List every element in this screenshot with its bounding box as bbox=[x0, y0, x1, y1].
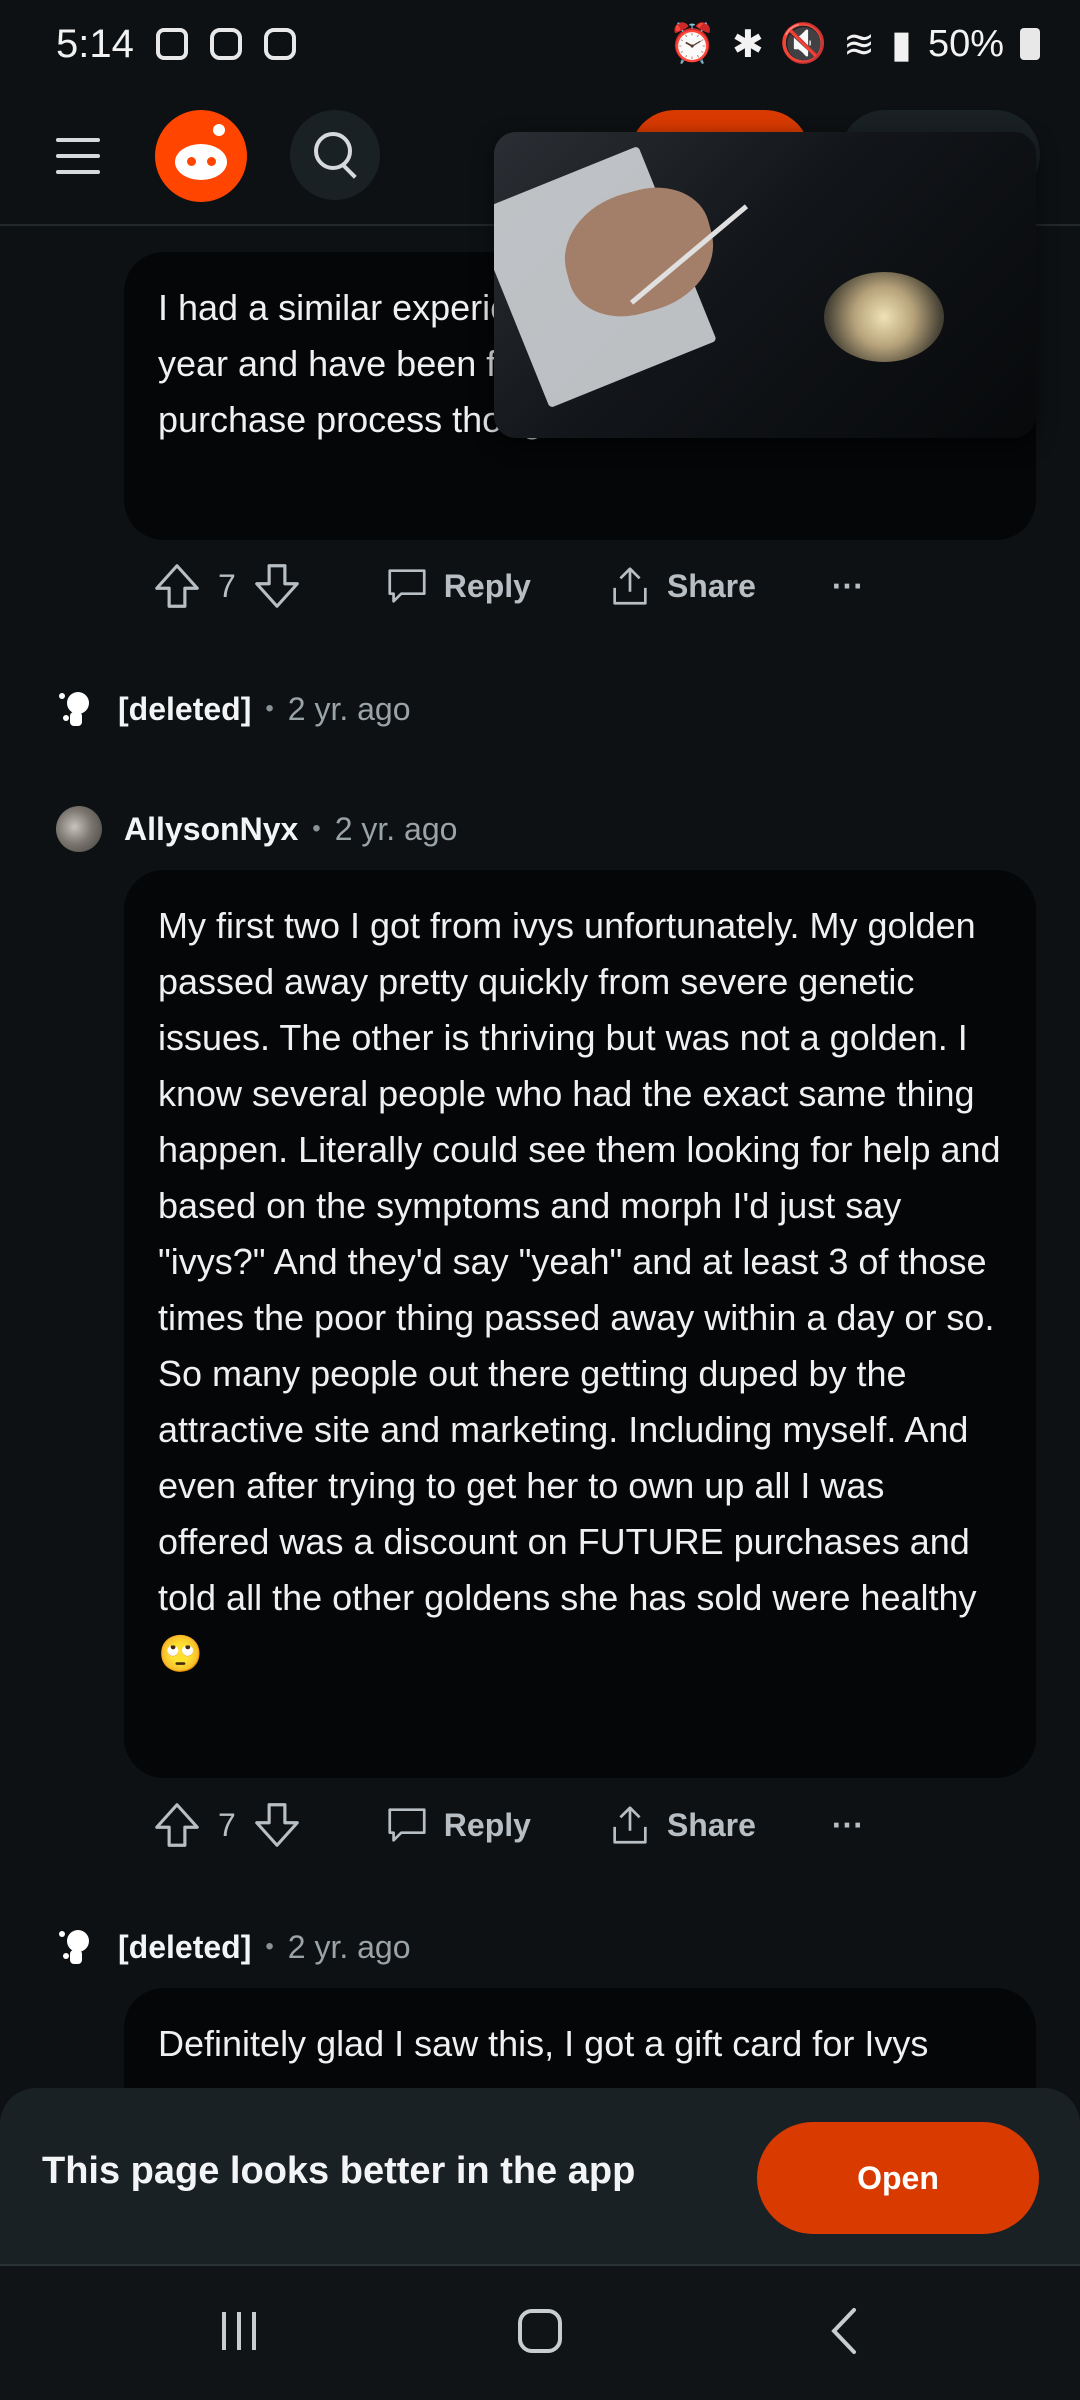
mute-icon: 🔇 bbox=[779, 23, 828, 65]
comment-meta: [deleted] • 2 yr. ago bbox=[56, 1926, 411, 1968]
system-nav-bar bbox=[0, 2266, 1080, 2400]
deleted-user-avatar bbox=[59, 1930, 89, 1964]
comment-age: 2 yr. ago bbox=[334, 810, 458, 847]
pip-video-player[interactable] bbox=[494, 132, 1036, 438]
share-icon bbox=[613, 1806, 647, 1844]
reply-button[interactable]: Reply bbox=[384, 563, 531, 609]
search-button[interactable] bbox=[290, 110, 380, 200]
home-icon[interactable] bbox=[515, 2306, 565, 2356]
reply-button[interactable]: Reply bbox=[384, 1802, 531, 1848]
upvote-icon[interactable] bbox=[150, 1798, 204, 1852]
gallery-notification-icon bbox=[155, 28, 188, 60]
user-avatar[interactable] bbox=[56, 806, 102, 852]
more-options-button[interactable]: ··· bbox=[832, 1807, 864, 1844]
open-app-button[interactable]: Open bbox=[757, 2122, 1039, 2234]
signal-icon: ▮ bbox=[891, 23, 912, 66]
comment-meta: [deleted] • 2 yr. ago bbox=[56, 688, 411, 730]
comment-text: My first two I got from ivys unfortunate… bbox=[158, 905, 1001, 1674]
downvote-icon[interactable] bbox=[250, 1798, 304, 1852]
more-options-button[interactable]: ··· bbox=[832, 568, 864, 605]
downvote-icon[interactable] bbox=[250, 559, 304, 613]
comment-author[interactable]: [deleted] bbox=[118, 1929, 251, 1966]
comment-text: Definitely glad I saw this, I got a gift… bbox=[158, 2023, 929, 2064]
comment-actions: 7 Reply Share ··· bbox=[150, 1790, 864, 1860]
comment-body: My first two I got from ivys unfortunate… bbox=[124, 870, 1036, 1778]
wifi-icon: ≋ bbox=[843, 23, 876, 66]
comment-meta: AllysonNyx • 2 yr. ago bbox=[56, 806, 457, 852]
alarm-icon: ⏰ bbox=[668, 23, 716, 65]
comment-author[interactable]: [deleted] bbox=[118, 691, 251, 728]
clock: 5:14 bbox=[56, 21, 134, 66]
share-button[interactable]: Share bbox=[607, 1802, 756, 1848]
share-icon bbox=[613, 567, 647, 605]
menu-icon[interactable] bbox=[56, 138, 100, 186]
back-icon[interactable] bbox=[820, 2306, 870, 2356]
comment-age: 2 yr. ago bbox=[287, 1928, 411, 1965]
upvote-icon[interactable] bbox=[150, 559, 204, 613]
share-button[interactable]: Share bbox=[607, 563, 756, 609]
search-icon bbox=[314, 132, 352, 170]
deleted-user-avatar bbox=[59, 692, 89, 726]
comment-age: 2 yr. ago bbox=[287, 690, 411, 727]
battery-percent: 50% bbox=[927, 22, 1004, 65]
reply-icon bbox=[388, 569, 426, 603]
comment-actions: 7 Reply Share ··· bbox=[150, 551, 864, 621]
banner-text: This page looks better in the app bbox=[42, 2150, 636, 2192]
open-in-app-banner: This page looks better in the app Open bbox=[0, 2088, 1080, 2266]
battery-icon bbox=[1020, 28, 1040, 60]
comment-author[interactable]: AllysonNyx bbox=[124, 811, 298, 848]
instagram-notification-icon bbox=[263, 28, 296, 60]
reply-icon bbox=[388, 1808, 426, 1842]
police-badge-image bbox=[824, 272, 944, 362]
recent-apps-icon[interactable] bbox=[214, 2306, 264, 2356]
status-bar: 5:14 ⏰ ✱ 🔇 ≋ ▮ 50% bbox=[0, 0, 1080, 88]
vote-count: 7 bbox=[218, 1806, 236, 1843]
vote-count: 7 bbox=[218, 567, 236, 604]
reddit-logo[interactable] bbox=[155, 110, 247, 202]
bluetooth-icon: ✱ bbox=[732, 23, 764, 66]
instagram-notification-icon bbox=[209, 28, 242, 60]
